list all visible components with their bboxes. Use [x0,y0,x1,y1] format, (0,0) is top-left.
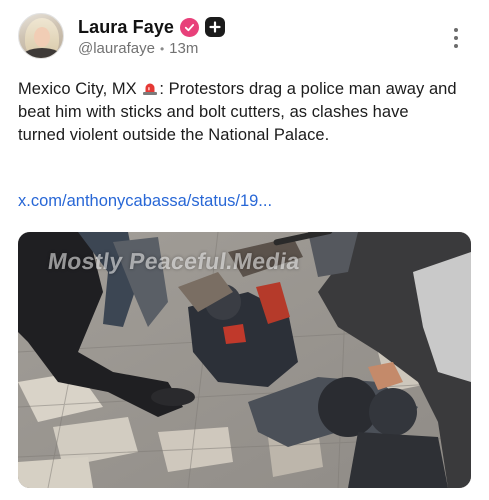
post-timestamp[interactable]: 13m [169,40,198,57]
more-vertical-icon-dot [454,36,458,40]
post-text-before: Mexico City, MX [18,80,142,98]
more-vertical-icon-dot [454,44,458,48]
author-handle[interactable]: @laurafaye [78,40,155,57]
post-body: Mexico City, MX : Protestors drag a poli… [18,78,458,147]
author-display-name[interactable]: Laura Faye [78,17,174,38]
rotating-light-icon [143,83,158,95]
post-link[interactable]: x.com/anthonycabassa/status/19... [18,192,272,211]
more-options-button[interactable] [449,25,463,51]
post-header: Laura Faye @laurafaye • 13m [18,13,473,63]
plus-badge-icon [205,17,226,37]
video-watermark: Mostly Peaceful.Media [46,248,302,274]
post-video[interactable]: Mostly Peaceful.Media [18,232,471,488]
meta-separator: • [159,41,165,56]
avatar-face [34,27,50,47]
author-meta-row: @laurafaye • 13m [78,40,198,57]
verified-badge-icon [180,17,200,37]
avatar[interactable] [18,13,64,59]
post-card: Laura Faye @laurafaye • 13m Mexico City,… [0,0,489,500]
author-name-row: Laura Faye [78,16,226,38]
more-vertical-icon [454,28,458,32]
